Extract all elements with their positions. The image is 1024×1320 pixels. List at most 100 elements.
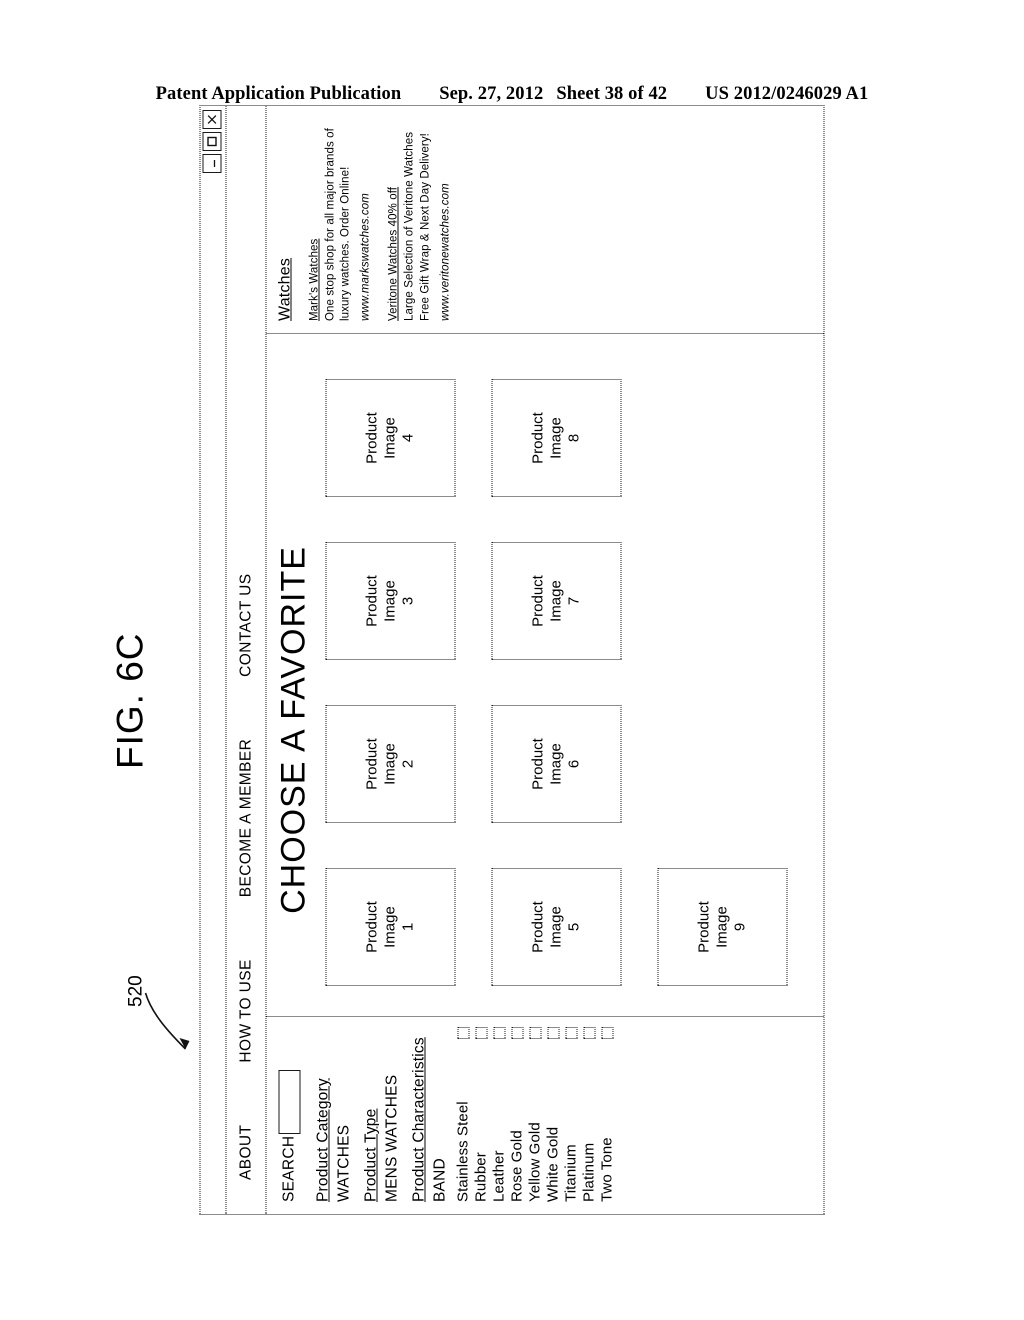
ad-url[interactable]: www.markswatches.com xyxy=(360,116,372,321)
window-body: SEARCH Product Category WATCHES Product … xyxy=(266,106,824,1214)
ad-title[interactable]: Mark's Watches xyxy=(309,116,321,321)
figure-label: FIG. 6C xyxy=(109,632,151,769)
list-item[interactable]: Two Tone xyxy=(599,1017,616,1202)
nav-item-become-a-member[interactable]: BECOME A MEMBER xyxy=(237,739,255,897)
minimize-button[interactable] xyxy=(202,154,222,173)
facet-heading-product-type[interactable]: Product Type xyxy=(363,1017,381,1202)
browser-window: ABOUT HOW TO USE BECOME A MEMBER CONTACT… xyxy=(199,105,825,1215)
checkbox-yellow-gold[interactable] xyxy=(529,1027,541,1039)
list-item[interactable]: Stainless Steel xyxy=(455,1017,472,1202)
maximize-button[interactable] xyxy=(202,132,222,151)
product-tile-line1: Product xyxy=(529,901,547,953)
ad-url[interactable]: www.veritonewatches.com xyxy=(439,116,451,321)
product-tile-line2: Image xyxy=(547,743,565,785)
product-tile-number: 2 xyxy=(399,759,417,769)
checkbox-rose-gold[interactable] xyxy=(511,1027,523,1039)
facet-heading-product-characteristics[interactable]: Product Characteristics xyxy=(411,1017,429,1202)
callout-leader-line xyxy=(144,992,190,1050)
ad-item-marks-watches[interactable]: Mark's Watches One stop shop for all maj… xyxy=(309,116,372,321)
product-tile-3[interactable]: Product Image 3 xyxy=(325,542,456,660)
option-label-rubber: Rubber xyxy=(472,1152,490,1202)
product-tile-number: 3 xyxy=(399,596,417,606)
option-label-rose-gold: Rose Gold xyxy=(508,1130,526,1202)
option-label-titanium: Titanium xyxy=(562,1144,580,1202)
list-item[interactable]: Rubber xyxy=(473,1017,490,1202)
checkbox-stainless-steel[interactable] xyxy=(457,1027,469,1039)
product-tile-line1: Product xyxy=(529,738,547,790)
product-tile-5[interactable]: Product Image 5 xyxy=(491,868,622,986)
ad-title[interactable]: Veritone Watches 40% off xyxy=(388,116,400,321)
nav-item-how-to-use[interactable]: HOW TO USE xyxy=(237,959,255,1062)
product-tile-line2: Image xyxy=(713,906,731,948)
window-controls xyxy=(202,110,222,173)
list-item[interactable]: Rose Gold xyxy=(509,1017,526,1202)
checkbox-platinum[interactable] xyxy=(583,1027,595,1039)
product-tile-2[interactable]: Product Image 2 xyxy=(325,705,456,823)
nav-item-contact-us[interactable]: CONTACT US xyxy=(237,573,255,676)
ad-description-line-2: luxury watches. Order Online! xyxy=(339,166,352,321)
product-tile-line1: Product xyxy=(529,412,547,464)
product-tile-line2: Image xyxy=(381,743,399,785)
list-item[interactable]: Leather xyxy=(491,1017,508,1202)
option-label-stainless-steel: Stainless Steel xyxy=(454,1101,472,1202)
main-content: CHOOSE A FAVORITE Product Image 1 Produc… xyxy=(267,334,824,1016)
product-tile-line1: Product xyxy=(529,575,547,627)
product-tile-number: 5 xyxy=(565,922,583,932)
product-grid: Product Image 1 Product Image 2 Product xyxy=(325,334,788,1016)
product-tile-number: 6 xyxy=(565,759,583,769)
list-item[interactable]: Titanium xyxy=(563,1017,580,1202)
product-tile-1[interactable]: Product Image 1 xyxy=(325,868,456,986)
ads-panel-heading: Watches xyxy=(276,257,294,321)
list-item[interactable]: White Gold xyxy=(545,1017,562,1202)
list-item[interactable]: Yellow Gold xyxy=(527,1017,544,1202)
figure-area: FIG. 6C 520 ABOUT HOW TO USE BECOME A ME… xyxy=(0,0,1024,1320)
product-tile-8[interactable]: Product Image 8 xyxy=(491,379,622,497)
product-tile-4[interactable]: Product Image 4 xyxy=(325,379,456,497)
product-tile-line2: Image xyxy=(547,417,565,459)
product-tile-number: 4 xyxy=(399,433,417,443)
window-titlebar[interactable] xyxy=(200,106,227,1214)
facet-group-label-band: BAND xyxy=(431,1158,449,1202)
option-label-yellow-gold: Yellow Gold xyxy=(526,1122,544,1202)
product-tile-number: 1 xyxy=(399,922,417,932)
nav-item-about[interactable]: ABOUT xyxy=(237,1125,255,1180)
figure-stage: FIG. 6C 520 ABOUT HOW TO USE BECOME A ME… xyxy=(110,105,825,1215)
facet-value-product-category[interactable]: WATCHES xyxy=(336,1017,354,1202)
product-tile-line2: Image xyxy=(381,580,399,622)
product-tile-line1: Product xyxy=(363,738,381,790)
product-tile-7[interactable]: Product Image 7 xyxy=(491,542,622,660)
close-button[interactable] xyxy=(202,110,222,129)
ads-panel: Watches Mark's Watches One stop shop for… xyxy=(266,106,824,334)
main-navigation: ABOUT HOW TO USE BECOME A MEMBER CONTACT… xyxy=(226,106,267,1214)
product-tile-line1: Product xyxy=(363,412,381,464)
facet-heading-product-category[interactable]: Product Category xyxy=(315,1017,333,1202)
checkbox-white-gold[interactable] xyxy=(547,1027,559,1039)
product-tile-number: 8 xyxy=(565,433,583,443)
checkbox-rubber[interactable] xyxy=(475,1027,487,1039)
page-title: CHOOSE A FAVORITE xyxy=(274,546,313,914)
ad-description-line-2: Free Gift Wrap & Next Day Delivery! xyxy=(419,133,432,321)
filter-sidebar: SEARCH Product Category WATCHES Product … xyxy=(266,1016,824,1214)
ad-description-line-1: Large Selection of Veritone Watches xyxy=(403,131,416,321)
checkbox-two-tone[interactable] xyxy=(601,1027,613,1039)
ad-item-veritone-watches[interactable]: Veritone Watches 40% off Large Selection… xyxy=(388,116,451,321)
checkbox-titanium[interactable] xyxy=(565,1027,577,1039)
product-tile-9[interactable]: Product Image 9 xyxy=(657,868,788,986)
product-tile-number: 9 xyxy=(731,922,749,932)
facet-value-product-type[interactable]: MENS WATCHES xyxy=(384,1017,402,1202)
product-tile-number: 7 xyxy=(565,596,583,606)
option-label-two-tone: Two Tone xyxy=(598,1137,616,1202)
product-tile-line2: Image xyxy=(381,906,399,948)
option-label-white-gold: White Gold xyxy=(544,1126,562,1202)
band-option-list: Stainless Steel Rubber Leather Rose Gold… xyxy=(455,1017,616,1202)
product-tile-line1: Product xyxy=(363,575,381,627)
ad-description-line-1: One stop shop for all major brands of xyxy=(324,128,337,321)
product-tile-line1: Product xyxy=(695,901,713,953)
checkbox-leather[interactable] xyxy=(493,1027,505,1039)
product-tile-line2: Image xyxy=(381,417,399,459)
search-label: SEARCH xyxy=(280,1135,298,1202)
product-tile-6[interactable]: Product Image 6 xyxy=(491,705,622,823)
list-item[interactable]: Platinum xyxy=(581,1017,598,1202)
option-label-leather: Leather xyxy=(490,1150,508,1202)
product-tile-line2: Image xyxy=(547,580,565,622)
